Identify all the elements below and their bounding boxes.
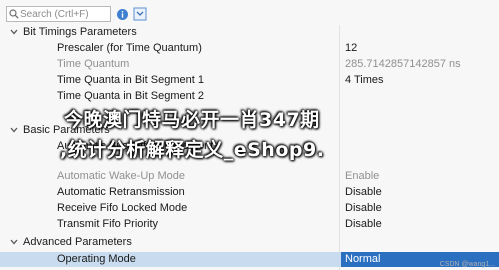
- watermark: CSDN @wang1...: [439, 261, 495, 268]
- param-name: Operating Mode: [57, 253, 136, 265]
- param-name: Time Quanta in Bit Segment 2: [57, 90, 204, 102]
- param-row-wake-up[interactable]: Automatic Wake-Up Mode Enable: [0, 169, 499, 184]
- param-row-retransmission[interactable]: Automatic Retransmission Disable: [0, 185, 499, 200]
- param-row-fifo-locked[interactable]: Receive Fifo Locked Mode Disable: [0, 201, 499, 216]
- section-label: Advanced Parameters: [23, 236, 132, 248]
- param-row-bit-segment-1[interactable]: Time Quanta in Bit Segment 1 4 Times: [0, 73, 499, 88]
- param-name: Time Quantum: [57, 58, 130, 70]
- section-advanced[interactable]: Advanced Parameters: [0, 235, 499, 250]
- param-name: Time Quanta in Bit Segment 1: [57, 74, 204, 86]
- param-name: Receive Fifo Locked Mode: [57, 202, 188, 214]
- param-value[interactable]: Disable: [345, 202, 382, 214]
- param-value: 285.7142857142857 ns: [345, 58, 461, 70]
- overlay-caption-line-1: 今晚澳门特马必开一肖347期: [64, 109, 320, 131]
- search-box[interactable]: [6, 6, 111, 22]
- param-name: Prescaler (for Time Quantum): [57, 42, 202, 54]
- param-row-bit-segment-2[interactable]: Time Quanta in Bit Segment 2: [0, 89, 499, 104]
- section-label: Bit Timings Parameters: [23, 26, 137, 38]
- param-value[interactable]: Disable: [345, 218, 382, 230]
- param-value: Normal: [345, 253, 381, 265]
- param-name: Automatic Wake-Up Mode: [57, 170, 185, 182]
- param-row-prescaler[interactable]: Prescaler (for Time Quantum) 12: [0, 41, 499, 56]
- param-value[interactable]: Disable: [345, 186, 382, 198]
- param-value[interactable]: 12: [345, 42, 357, 54]
- chevron-down-icon[interactable]: [9, 124, 19, 136]
- param-name: Transmit Fifo Priority: [57, 218, 159, 230]
- search-icon: [7, 7, 20, 21]
- param-row-fifo-priority[interactable]: Transmit Fifo Priority Disable: [0, 217, 499, 232]
- param-name: Automatic Retransmission: [57, 186, 185, 198]
- section-bit-timings[interactable]: Bit Timings Parameters: [0, 25, 499, 40]
- param-row-time-quantum[interactable]: Time Quantum 285.7142857142857 ns: [0, 57, 499, 72]
- param-value[interactable]: Enable: [345, 170, 379, 182]
- search-input[interactable]: [20, 8, 105, 20]
- chevron-down-icon[interactable]: [9, 26, 19, 38]
- param-row-operating-mode[interactable]: Operating Mode Normal: [0, 252, 499, 267]
- info-icon[interactable]: [114, 6, 130, 22]
- param-value[interactable]: 4 Times: [345, 74, 384, 86]
- expand-icon[interactable]: [132, 6, 148, 22]
- overlay-caption-line-2: ,统计分析解释定义_eShop9.: [60, 139, 325, 161]
- chevron-down-icon[interactable]: [9, 236, 19, 248]
